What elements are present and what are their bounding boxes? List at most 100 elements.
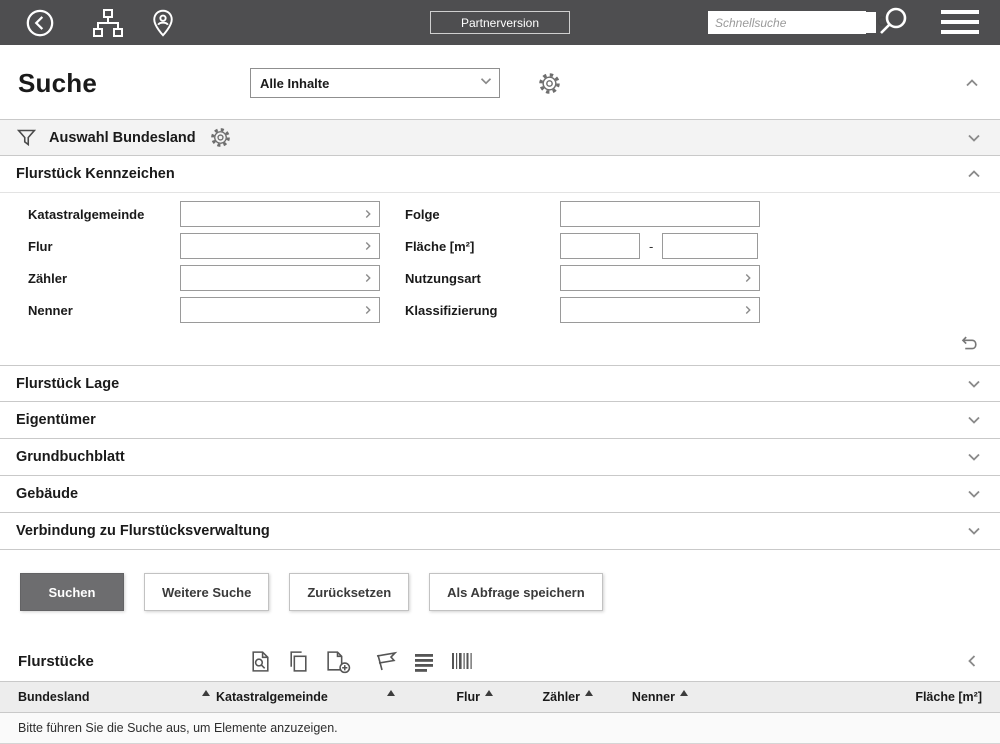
reset-section-undo-icon[interactable]: [956, 333, 980, 355]
section-eigentuemer[interactable]: Eigentümer: [0, 402, 1000, 439]
section-gebaeude[interactable]: Gebäude: [0, 476, 1000, 513]
collapse-results-chevron-left-icon[interactable]: [962, 651, 982, 671]
funnel-icon: [16, 127, 37, 148]
picker-chevron-right-icon[interactable]: [737, 303, 759, 317]
nenner-label: Nenner: [28, 303, 180, 318]
katastralgemeinde-input[interactable]: [181, 202, 357, 226]
results-table-header: Bundesland Katastralgemeinde Flur Zähler…: [0, 681, 1000, 713]
flur-input[interactable]: [181, 234, 357, 258]
chevron-down-icon[interactable]: [964, 128, 984, 148]
section-verbindung-flurstuecksverwaltung[interactable]: Verbindung zu Flurstücksverwaltung: [0, 513, 1000, 550]
flur-field: [180, 233, 380, 259]
add-document-icon[interactable]: [324, 649, 351, 674]
picker-chevron-right-icon[interactable]: [357, 303, 379, 317]
section-title: Eigentümer: [16, 412, 96, 428]
section-flurstueck-lage[interactable]: Flurstück Lage: [0, 365, 1000, 402]
section-title: Grundbuchblatt: [16, 449, 125, 465]
collapse-search-chevron-up-icon[interactable]: [962, 73, 982, 93]
chevron-down-icon[interactable]: [964, 410, 984, 430]
chevron-down-icon[interactable]: [964, 447, 984, 467]
section-title: Auswahl Bundesland: [49, 130, 196, 146]
katastralgemeinde-field: [180, 201, 380, 227]
partner-version-button[interactable]: Partnerversion: [430, 11, 570, 34]
column-header-katastralgemeinde[interactable]: Katastralgemeinde: [216, 690, 401, 704]
zuruecksetzen-button[interactable]: Zurücksetzen: [289, 573, 409, 611]
list-icon[interactable]: [412, 649, 436, 673]
section-auswahl-bundesland[interactable]: Auswahl Bundesland: [0, 119, 1000, 156]
section-title: Flurstück Lage: [16, 376, 119, 392]
nutzungsart-input[interactable]: [561, 266, 737, 290]
klassifizierung-input[interactable]: [561, 298, 737, 322]
folge-input[interactable]: [560, 201, 760, 227]
picker-chevron-right-icon[interactable]: [357, 207, 379, 221]
chevron-down-icon[interactable]: [964, 374, 984, 394]
section-title: Verbindung zu Flurstücksverwaltung: [16, 523, 270, 539]
picker-chevron-right-icon[interactable]: [737, 271, 759, 285]
sort-ascending-icon: [680, 690, 688, 696]
column-header-bundesland[interactable]: Bundesland: [18, 690, 216, 704]
network-icon[interactable]: [91, 7, 125, 39]
column-header-flur[interactable]: Flur: [401, 690, 493, 704]
results-panel: Flurstücke: [0, 641, 1000, 744]
menu-icon[interactable]: [940, 8, 980, 42]
sort-ascending-icon: [387, 690, 395, 696]
flag-icon[interactable]: [373, 649, 399, 673]
chevron-down-icon[interactable]: [964, 521, 984, 541]
search-settings-gear-icon[interactable]: [538, 72, 561, 95]
section-grundbuchblatt[interactable]: Grundbuchblatt: [0, 439, 1000, 476]
picker-chevron-right-icon[interactable]: [357, 271, 379, 285]
nutzungsart-label: Nutzungsart: [405, 271, 560, 286]
weitere-suche-button[interactable]: Weitere Suche: [144, 573, 269, 611]
column-header-flaeche[interactable]: Fläche [m²]: [688, 690, 982, 704]
map-pin-icon[interactable]: [149, 8, 177, 38]
section-title: Flurstück Kennzeichen: [16, 166, 175, 182]
range-separator: -: [649, 239, 653, 254]
column-header-nenner[interactable]: Nenner: [593, 690, 688, 704]
action-buttons: Suchen Weitere Suche Zurücksetzen Als Ab…: [20, 573, 1000, 611]
flaeche-to-input[interactable]: [662, 233, 758, 259]
chevron-down-icon: [477, 72, 495, 95]
flaeche-label: Fläche [m²]: [405, 239, 560, 254]
column-header-zaehler[interactable]: Zähler: [493, 690, 593, 704]
preview-document-icon[interactable]: [248, 649, 273, 674]
results-empty-message: Bitte führen Sie die Suche aus, um Eleme…: [0, 713, 1000, 744]
als-abfrage-speichern-button[interactable]: Als Abfrage speichern: [429, 573, 603, 611]
folge-label: Folge: [405, 207, 560, 222]
copy-document-icon[interactable]: [286, 649, 311, 674]
search-icon-large[interactable]: [876, 5, 910, 44]
search-panel-header: Suche Alle Inhalte: [18, 61, 982, 105]
nutzungsart-field: [560, 265, 760, 291]
nenner-field: [180, 297, 380, 323]
picker-chevron-right-icon[interactable]: [357, 239, 379, 253]
suchen-button[interactable]: Suchen: [20, 573, 124, 611]
content-scope-value: Alle Inhalte: [260, 76, 477, 91]
barcode-icon[interactable]: [449, 649, 475, 673]
zaehler-input[interactable]: [181, 266, 357, 290]
back-icon[interactable]: [25, 8, 55, 38]
quicksearch-input[interactable]: [709, 12, 876, 33]
klassifizierung-field: [560, 297, 760, 323]
nenner-input[interactable]: [181, 298, 357, 322]
klassifizierung-label: Klassifizierung: [405, 303, 560, 318]
zaehler-label: Zähler: [28, 271, 180, 286]
sort-ascending-icon: [485, 690, 493, 696]
kennzeichen-form: Katastralgemeinde Folge Flur Fläche [m²]…: [0, 193, 1000, 365]
page-title: Suche: [18, 68, 250, 99]
chevron-up-icon[interactable]: [964, 164, 984, 184]
results-title: Flurstücke: [18, 653, 248, 670]
sort-ascending-icon: [585, 690, 593, 696]
sort-ascending-icon: [202, 690, 210, 696]
flur-label: Flur: [28, 239, 180, 254]
partner-version-label: Partnerversion: [461, 16, 539, 30]
section-title: Gebäude: [16, 486, 78, 502]
flaeche-from-input[interactable]: [560, 233, 640, 259]
content-scope-select[interactable]: Alle Inhalte: [250, 68, 500, 98]
zaehler-field: [180, 265, 380, 291]
search-sections: Auswahl Bundesland Flurstück Kennzeichen…: [0, 119, 1000, 550]
section-flurstueck-kennzeichen[interactable]: Flurstück Kennzeichen: [0, 156, 1000, 193]
quicksearch-box: [708, 11, 866, 34]
katastralgemeinde-label: Katastralgemeinde: [28, 207, 180, 222]
topbar: Partnerversion: [0, 0, 1000, 45]
chevron-down-icon[interactable]: [964, 484, 984, 504]
bundesland-settings-gear-icon[interactable]: [210, 127, 231, 148]
